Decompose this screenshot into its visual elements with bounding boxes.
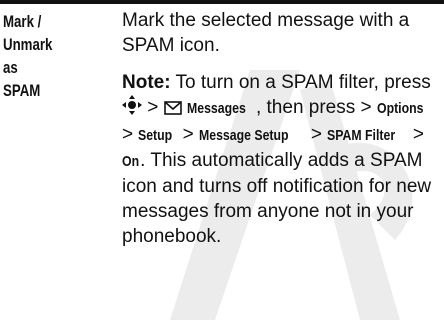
envelope-icon	[163, 97, 182, 122]
note-paragraph: Note: To turn on a SPAM filter, press > …	[122, 70, 444, 249]
note-gt-5: >	[407, 124, 424, 145]
term-label: Mark / Unmark as SPAM	[3, 12, 53, 100]
note-gt-1: >	[142, 97, 164, 118]
cmd-options: Options	[376, 100, 424, 117]
top-rule	[0, 0, 444, 4]
note-gt-3: >	[177, 124, 200, 145]
manual-page: Mark / Unmark as SPAM Mark the selected …	[0, 0, 444, 320]
description-text: Mark the selected message with a SPAM ic…	[122, 10, 410, 56]
note-text-1: To turn on a SPAM filter, press	[170, 72, 431, 93]
cmd-messages: Messages	[186, 100, 246, 117]
note-lead: Note:	[122, 72, 171, 93]
cmd-on: On	[122, 153, 140, 170]
cmd-setup: Setup	[138, 127, 173, 144]
note-gt-4: >	[305, 124, 328, 145]
note-text-2: , then press >	[255, 97, 377, 118]
cmd-spam-filter: SPAM Filter	[327, 127, 396, 144]
note-text-3: . This automatically adds a SPAM icon an…	[122, 150, 432, 247]
cmd-message-setup: Message Setup	[199, 127, 289, 144]
nav-key-icon	[122, 95, 142, 122]
description-block: Mark the selected message with a SPAM ic…	[122, 8, 444, 249]
note-gt-2: >	[122, 124, 139, 145]
